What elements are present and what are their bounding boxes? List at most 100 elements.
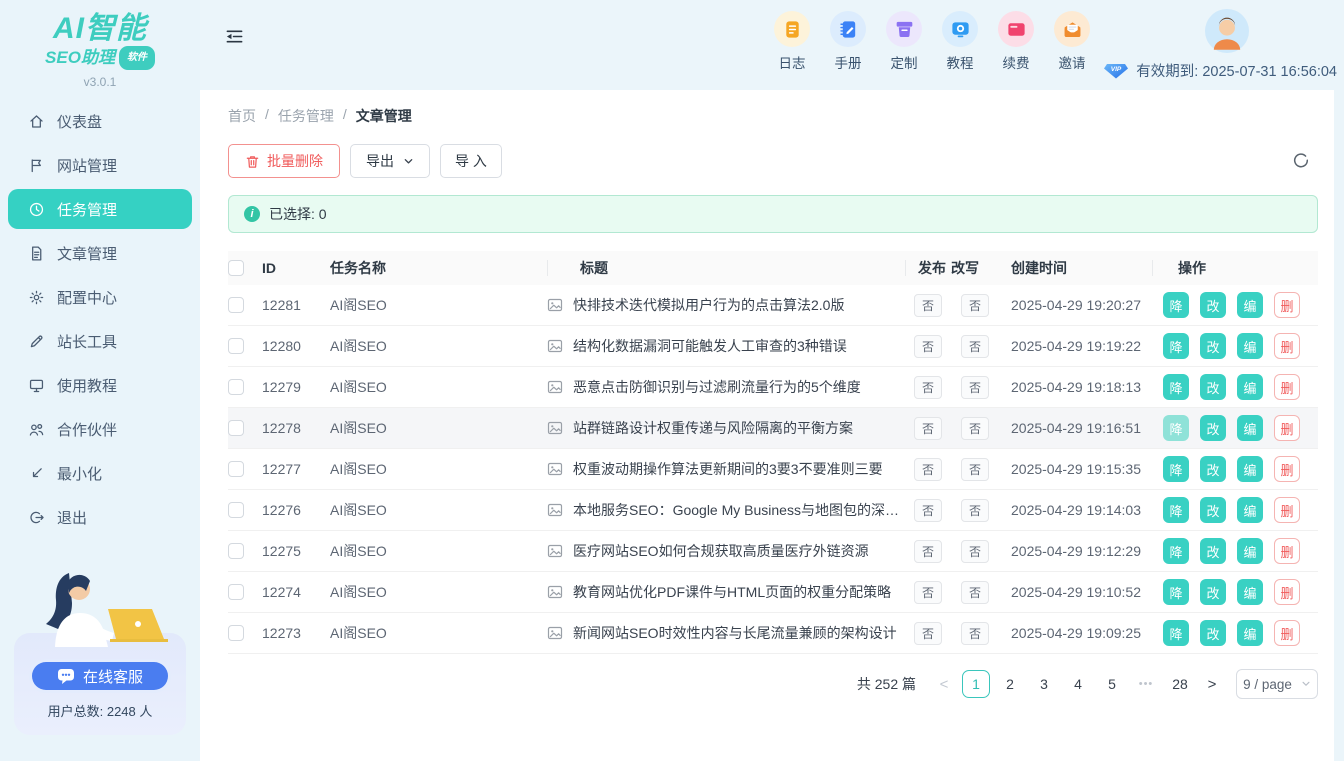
- sidebar-item-logout[interactable]: 退出: [8, 497, 192, 537]
- row-action-demote-button[interactable]: 降: [1163, 456, 1189, 482]
- row-action-demote-button[interactable]: 降: [1163, 415, 1189, 441]
- row-action-edit-button[interactable]: 编: [1237, 456, 1263, 482]
- pagination-next-icon[interactable]: >: [1200, 670, 1224, 698]
- sidebar-item-tasks[interactable]: 任务管理: [8, 189, 192, 229]
- row-checkbox[interactable]: [228, 502, 244, 518]
- invite-icon: [1054, 11, 1090, 47]
- row-checkbox[interactable]: [228, 297, 244, 313]
- row-action-edit-button[interactable]: 编: [1237, 415, 1263, 441]
- pagination-page-1[interactable]: 1: [962, 670, 990, 698]
- row-action-edit-button[interactable]: 编: [1237, 497, 1263, 523]
- row-action-delete-button[interactable]: 删: [1274, 579, 1300, 605]
- cell-select: [228, 584, 262, 600]
- quick-icon-logs[interactable]: 日志: [770, 11, 814, 72]
- row-action-rewrite-button[interactable]: 改: [1200, 497, 1226, 523]
- row-action-demote-button[interactable]: 降: [1163, 620, 1189, 646]
- row-checkbox[interactable]: [228, 625, 244, 641]
- sidebar-item-tutorials[interactable]: 使用教程: [8, 365, 192, 405]
- page-size-label: 9 / page: [1243, 677, 1292, 692]
- online-service-label: 在线客服: [83, 666, 143, 687]
- row-action-demote-button[interactable]: 降: [1163, 538, 1189, 564]
- log-icon: [774, 11, 810, 47]
- row-action-rewrite-button[interactable]: 改: [1200, 579, 1226, 605]
- row-action-delete-button[interactable]: 删: [1274, 538, 1300, 564]
- pagination-page-28[interactable]: 28: [1166, 670, 1194, 698]
- quick-icon-tutorial[interactable]: 教程: [938, 11, 982, 72]
- quick-icon-invite[interactable]: 邀请: [1050, 11, 1094, 72]
- publish-status-badge: 否: [914, 540, 942, 563]
- breadcrumb-task-management[interactable]: 任务管理: [278, 106, 334, 126]
- sidebar-item-websites[interactable]: 网站管理: [8, 145, 192, 185]
- rewrite-status-badge: 否: [961, 417, 989, 440]
- pagination-ellipsis[interactable]: •••: [1132, 670, 1160, 698]
- cell-title: 教育网站优化PDF课件与HTML页面的权重分配策略: [547, 582, 905, 602]
- sidebar-item-minimize[interactable]: 最小化: [8, 453, 192, 493]
- pagination-page-3[interactable]: 3: [1030, 670, 1058, 698]
- row-action-demote-button[interactable]: 降: [1163, 333, 1189, 359]
- sidebar-item-webmaster-tools[interactable]: 站长工具: [8, 321, 192, 361]
- sidebar-collapse-icon[interactable]: [225, 27, 244, 49]
- row-action-delete-button[interactable]: 删: [1274, 374, 1300, 400]
- row-action-delete-button[interactable]: 删: [1274, 620, 1300, 646]
- avatar[interactable]: [1205, 9, 1249, 53]
- export-button[interactable]: 导出: [350, 144, 430, 178]
- online-service-button[interactable]: 在线客服: [29, 659, 171, 693]
- row-action-rewrite-button[interactable]: 改: [1200, 456, 1226, 482]
- row-checkbox[interactable]: [228, 420, 244, 436]
- row-checkbox[interactable]: [228, 379, 244, 395]
- page-size-select[interactable]: 9 / page: [1236, 669, 1318, 699]
- pagination-total: 共 252 篇: [857, 674, 916, 694]
- row-action-rewrite-button[interactable]: 改: [1200, 415, 1226, 441]
- cell-publish: 否: [905, 458, 951, 481]
- sidebar-item-config[interactable]: 配置中心: [8, 277, 192, 317]
- row-action-demote-button[interactable]: 降: [1163, 579, 1189, 605]
- import-button[interactable]: 导 入: [440, 144, 502, 178]
- quick-icon-renew[interactable]: 续费: [994, 11, 1038, 72]
- rewrite-status-badge: 否: [961, 581, 989, 604]
- renew-icon: [998, 11, 1034, 47]
- row-checkbox[interactable]: [228, 461, 244, 477]
- pagination-page-2[interactable]: 2: [996, 670, 1024, 698]
- row-action-delete-button[interactable]: 删: [1274, 415, 1300, 441]
- table-row: 12277 AI阁SEO 权重波动期操作算法更新期间的3要3不要准则三要 否 否…: [228, 449, 1318, 490]
- row-action-edit-button[interactable]: 编: [1237, 538, 1263, 564]
- sidebar-item-articles[interactable]: 文章管理: [8, 233, 192, 273]
- row-action-rewrite-button[interactable]: 改: [1200, 538, 1226, 564]
- sidebar-item-dashboard[interactable]: 仪表盘: [8, 101, 192, 141]
- pagination-page-4[interactable]: 4: [1064, 670, 1092, 698]
- row-action-edit-button[interactable]: 编: [1237, 292, 1263, 318]
- publish-status-badge: 否: [914, 376, 942, 399]
- picture-icon: [547, 379, 563, 395]
- row-action-delete-button[interactable]: 删: [1274, 292, 1300, 318]
- cell-title: 快排技术迭代模拟用户行为的点击算法2.0版: [547, 295, 905, 315]
- batch-delete-button[interactable]: 批量删除: [228, 144, 340, 178]
- cell-created-time: 2025-04-29 19:20:27: [999, 297, 1152, 313]
- quick-icon-manual[interactable]: 手册: [826, 11, 870, 72]
- quick-icon-custom[interactable]: 定制: [882, 11, 926, 72]
- row-action-edit-button[interactable]: 编: [1237, 620, 1263, 646]
- pagination-page-5[interactable]: 5: [1098, 670, 1126, 698]
- row-action-edit-button[interactable]: 编: [1237, 333, 1263, 359]
- row-action-delete-button[interactable]: 删: [1274, 456, 1300, 482]
- row-action-demote-button[interactable]: 降: [1163, 292, 1189, 318]
- sidebar-item-partners[interactable]: 合作伙伴: [8, 409, 192, 449]
- breadcrumb-home[interactable]: 首页: [228, 106, 256, 126]
- refresh-icon[interactable]: [1292, 152, 1310, 170]
- row-action-demote-button[interactable]: 降: [1163, 497, 1189, 523]
- row-action-rewrite-button[interactable]: 改: [1200, 374, 1226, 400]
- row-checkbox[interactable]: [228, 338, 244, 354]
- cell-rewrite: 否: [951, 376, 999, 399]
- row-action-delete-button[interactable]: 删: [1274, 497, 1300, 523]
- row-action-delete-button[interactable]: 删: [1274, 333, 1300, 359]
- pagination-prev-icon[interactable]: <: [932, 670, 956, 698]
- row-action-rewrite-button[interactable]: 改: [1200, 620, 1226, 646]
- row-checkbox[interactable]: [228, 584, 244, 600]
- row-action-edit-button[interactable]: 编: [1237, 374, 1263, 400]
- row-action-rewrite-button[interactable]: 改: [1200, 333, 1226, 359]
- sidebar-item-label: 配置中心: [57, 287, 117, 308]
- row-checkbox[interactable]: [228, 543, 244, 559]
- row-action-demote-button[interactable]: 降: [1163, 374, 1189, 400]
- select-all-checkbox[interactable]: [228, 260, 244, 276]
- row-action-rewrite-button[interactable]: 改: [1200, 292, 1226, 318]
- row-action-edit-button[interactable]: 编: [1237, 579, 1263, 605]
